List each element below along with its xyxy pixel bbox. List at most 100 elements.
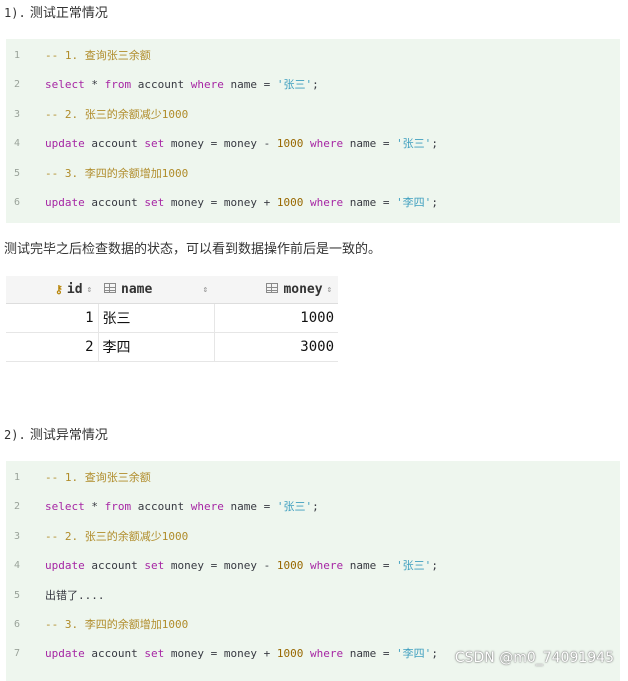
cell-money[interactable]: 3000: [214, 332, 338, 362]
column-icon: [104, 283, 116, 293]
code-token: ;: [431, 559, 438, 573]
code-line: 5 出错了....: [6, 581, 620, 610]
code-text: select * from account where name = '张三';: [45, 70, 319, 99]
code-token: 1000: [276, 647, 304, 661]
sort-icon[interactable]: ⇕: [87, 285, 92, 295]
cell-id[interactable]: 1: [6, 303, 99, 333]
code-block-normal: 1 -- 1. 查询张三余额 2 select * from account wher…: [6, 39, 620, 223]
line-number: 6: [14, 196, 21, 208]
line-number: 7: [14, 648, 21, 660]
code-token: update: [45, 559, 85, 573]
code-token: from: [104, 78, 132, 92]
code-token: 1000: [276, 137, 304, 151]
code-token: set: [144, 559, 165, 573]
code-line: 2 select * from account where name = '张三'…: [6, 70, 620, 99]
code-token: ;: [431, 195, 438, 209]
code-token: from: [104, 500, 132, 514]
line-number: 2: [14, 79, 21, 91]
code-token: select: [45, 78, 85, 92]
code-token: account: [84, 647, 145, 661]
line-number: 4: [14, 560, 21, 572]
sort-icon[interactable]: ⇕: [327, 285, 332, 295]
code-token: -- 3. 李四的余额增加1000: [45, 617, 189, 631]
code-text: -- 2. 张三的余额减少1000: [45, 522, 188, 551]
code-token: account: [131, 78, 191, 92]
line-number: 2: [14, 501, 21, 513]
code-text: update account set money = money + 1000 …: [45, 639, 438, 668]
line-number: 5: [14, 167, 21, 179]
code-token: '张三': [276, 78, 313, 92]
code-line: 5 -- 3. 李四的余额增加1000: [6, 159, 620, 188]
table-row[interactable]: 2 李四 3000: [6, 332, 338, 362]
code-line: 4 update account set money = money - 1000…: [6, 551, 620, 580]
code-token: ;: [312, 500, 319, 514]
table-header-row: ⚷ id ⇕ name ⇕ money ⇕: [6, 276, 338, 304]
code-token: where: [309, 195, 344, 209]
code-token: money = money -: [164, 559, 277, 573]
code-token: money = money +: [164, 195, 277, 209]
code-text: update account set money = money - 1000 …: [45, 129, 438, 158]
line-number: 5: [14, 589, 21, 601]
column-header-name[interactable]: name ⇕: [98, 276, 214, 304]
code-text: update account set money = money - 1000 …: [45, 551, 438, 580]
section1-heading-number: 1).: [4, 6, 26, 20]
primary-key-icon: ⚷: [54, 283, 63, 296]
code-token: select: [45, 500, 85, 514]
code-token: '李四': [396, 195, 432, 209]
line-number: 3: [14, 108, 21, 120]
code-token: ;: [312, 78, 319, 92]
code-token: account: [84, 559, 145, 573]
code-token: name =: [223, 500, 277, 514]
code-token: money = money -: [164, 137, 277, 151]
code-line: 3 -- 2. 张三的余额减少1000: [6, 522, 620, 551]
code-line: 4 update account set money = money - 1000…: [6, 129, 620, 158]
code-token: update: [45, 647, 85, 661]
code-token: where: [190, 500, 224, 514]
code-line: 1 -- 1. 查询张三余额: [6, 463, 620, 492]
code-text: 出错了....: [45, 581, 105, 610]
cell-id[interactable]: 2: [6, 332, 99, 362]
code-text: select * from account where name = '张三';: [45, 492, 319, 521]
table-row[interactable]: 1 张三 1000: [6, 303, 338, 333]
code-token: 1000: [276, 559, 304, 573]
code-text: -- 2. 张三的余额减少1000: [45, 100, 188, 129]
code-token: where: [190, 78, 224, 92]
code-text: update account set money = money + 1000 …: [45, 188, 438, 217]
code-line: 6 -- 3. 李四的余额增加1000: [6, 610, 620, 639]
code-token: name =: [343, 137, 397, 151]
code-token: '张三': [396, 559, 432, 573]
code-token: -- 2. 张三的余额减少1000: [45, 107, 189, 121]
code-token: 1000: [276, 195, 304, 209]
cell-money[interactable]: 1000: [214, 303, 338, 333]
code-line: 6 update account set money = money + 1000…: [6, 188, 620, 217]
section2-heading-text: 测试异常情况: [29, 428, 108, 443]
code-token: '张三': [396, 137, 432, 151]
section2-heading-number: 2).: [4, 428, 26, 442]
column-header-id[interactable]: ⚷ id ⇕: [6, 276, 98, 304]
code-token: '李四': [396, 647, 432, 661]
code-block-exception: 1 -- 1. 查询张三余额 2 select * from account wher…: [6, 461, 620, 681]
line-number: 3: [14, 530, 21, 542]
section2-heading: 2). 测试异常情况: [4, 424, 108, 443]
code-token: update: [45, 137, 85, 151]
csdn-watermark: CSDN @m0_74091945: [454, 650, 614, 666]
code-token: account: [84, 195, 145, 209]
section1-heading: 1). 测试正常情况: [4, 2, 108, 21]
column-icon: [266, 283, 279, 293]
code-line: 1 -- 1. 查询张三余额: [6, 41, 620, 70]
code-token: *: [84, 500, 105, 514]
code-text: -- 3. 李四的余额增加1000: [45, 159, 188, 188]
column-header-money[interactable]: money ⇕: [214, 276, 338, 304]
code-text: -- 1. 查询张三余额: [45, 41, 151, 70]
code-token: money = money +: [164, 647, 277, 661]
code-token: *: [84, 78, 105, 92]
code-token: update: [45, 195, 85, 209]
cell-name[interactable]: 李四: [98, 332, 215, 362]
cell-name[interactable]: 张三: [98, 303, 215, 333]
column-header-label: name: [121, 282, 153, 297]
column-header-label: money: [283, 282, 323, 297]
sort-icon[interactable]: ⇕: [203, 285, 208, 295]
